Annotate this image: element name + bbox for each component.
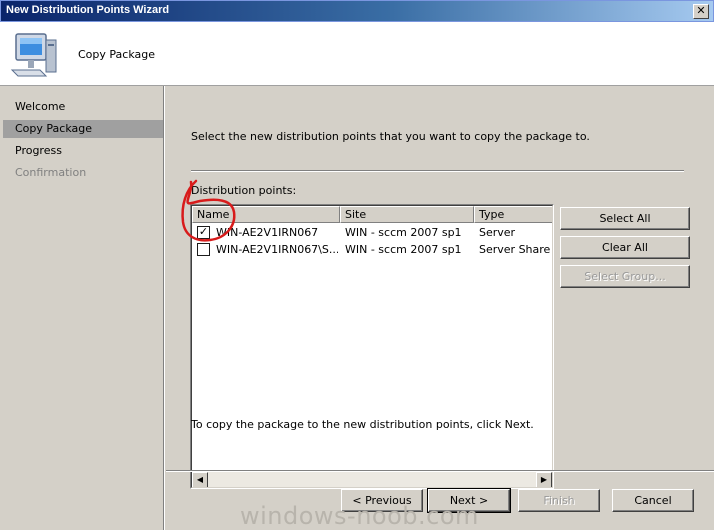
row-site: WIN - sccm 2007 sp1 xyxy=(345,243,462,256)
footer-instruction: To copy the package to the new distribut… xyxy=(191,418,534,431)
list-column-headers: Name Site Type xyxy=(192,206,552,223)
row-site: WIN - sccm 2007 sp1 xyxy=(345,226,462,239)
column-header-type[interactable]: Type xyxy=(474,206,552,223)
page-heading: Copy Package xyxy=(78,48,155,61)
scroll-right-icon[interactable]: ▶ xyxy=(536,472,552,487)
finish-button: Finish xyxy=(518,489,600,512)
list-row[interactable]: WIN-AE2V1IRN067\S... WIN - sccm 2007 sp1… xyxy=(192,241,552,258)
clear-all-button[interactable]: Clear All xyxy=(560,236,690,259)
select-all-button[interactable]: Select All xyxy=(560,207,690,230)
watermark-text: windows-noob.com xyxy=(240,502,479,530)
distribution-points-list[interactable]: Name Site Type ✓ WIN-AE2V1IRN067 WIN - s… xyxy=(190,204,554,489)
row-checkbox-checked[interactable]: ✓ xyxy=(197,226,210,239)
sidebar-item-progress[interactable]: Progress xyxy=(3,142,163,160)
row-type: Server xyxy=(479,226,516,239)
sidebar-item-welcome[interactable]: Welcome xyxy=(3,98,163,116)
row-name: WIN-AE2V1IRN067\S... xyxy=(216,243,338,256)
content-separator xyxy=(191,170,684,172)
wizard-content: Select the new distribution points that … xyxy=(166,86,714,530)
list-row[interactable]: ✓ WIN-AE2V1IRN067 WIN - sccm 2007 sp1 Se… xyxy=(192,224,552,241)
row-name: WIN-AE2V1IRN067 xyxy=(216,226,319,239)
sidebar-item-confirmation: Confirmation xyxy=(15,166,87,179)
column-header-site[interactable]: Site xyxy=(340,206,474,223)
scroll-left-icon[interactable]: ◀ xyxy=(192,472,208,487)
computer-icon xyxy=(10,33,57,77)
window-title: New Distribution Points Wizard xyxy=(6,4,170,16)
close-button[interactable]: ✕ xyxy=(693,4,709,19)
horizontal-scrollbar[interactable]: ◀ ▶ xyxy=(192,472,552,487)
title-bar: New Distribution Points Wizard ✕ xyxy=(0,0,714,22)
column-header-name[interactable]: Name xyxy=(192,206,340,223)
select-group-button: Select Group... xyxy=(560,265,690,288)
cancel-button[interactable]: Cancel xyxy=(612,489,694,512)
wizard-header: Copy Package xyxy=(0,22,714,86)
row-type: Server Share xyxy=(479,243,551,256)
sidebar-item-copy-package[interactable]: Copy Package xyxy=(3,120,163,138)
footer-separator xyxy=(166,470,714,472)
wizard-steps-sidebar: Welcome Copy Package Progress Confirmati… xyxy=(3,86,163,530)
sidebar-divider xyxy=(163,86,165,530)
instruction-text: Select the new distribution points that … xyxy=(191,130,590,143)
distribution-points-label: Distribution points: xyxy=(191,184,297,197)
row-checkbox-unchecked[interactable] xyxy=(197,243,210,256)
